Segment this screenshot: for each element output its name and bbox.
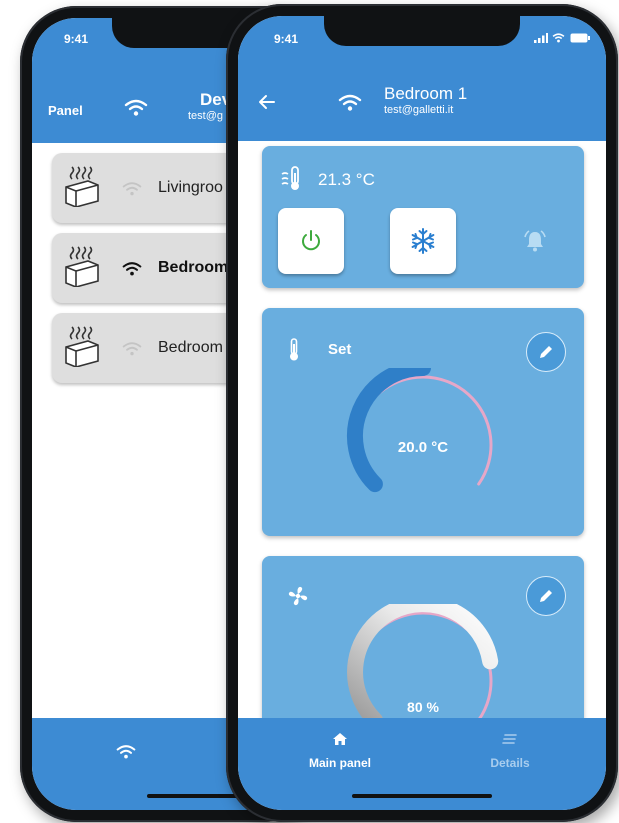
setpoint-card: Set 20.0 °C xyxy=(262,308,584,536)
device-label: Bedroom xyxy=(158,339,223,356)
device-label: Bedroom xyxy=(158,259,229,276)
wifi-icon xyxy=(338,94,362,111)
status-time: 9:41 xyxy=(64,32,89,46)
bell-icon xyxy=(524,230,546,252)
tab-main-panel[interactable]: Main panel xyxy=(290,728,390,776)
heater-icon xyxy=(65,326,99,367)
wifi-icon[interactable] xyxy=(116,744,136,760)
setpoint-gauge[interactable]: 20.0 °C xyxy=(333,368,513,508)
tab-label: Details xyxy=(490,756,530,770)
edit-setpoint-button[interactable] xyxy=(526,332,566,372)
device-label: Livingroo xyxy=(158,179,223,196)
home-icon xyxy=(333,733,347,745)
current-temperature: 21.3 °C xyxy=(318,170,375,189)
pencil-icon xyxy=(540,346,552,358)
wifi-icon xyxy=(122,182,142,196)
edit-fan-button[interactable] xyxy=(526,576,566,616)
status-card: 21.3 °C xyxy=(262,146,584,288)
bottom-nav: Main panel Details xyxy=(238,718,606,810)
wifi-icon xyxy=(122,262,142,276)
wifi-icon xyxy=(122,342,142,356)
status-time: 9:41 xyxy=(274,32,299,46)
wifi-icon xyxy=(124,99,148,116)
battery-icon xyxy=(570,33,590,43)
power-button[interactable] xyxy=(278,208,344,274)
set-label: Set xyxy=(328,341,352,358)
page-title: Bedroom 1 xyxy=(384,84,468,103)
panel-link[interactable]: Panel xyxy=(48,103,83,118)
fan-icon xyxy=(288,586,308,606)
snowflake-icon xyxy=(411,228,435,254)
notch xyxy=(324,16,520,46)
thermometer-icon xyxy=(290,338,298,361)
heater-icon xyxy=(65,166,99,207)
back-arrow-icon[interactable] xyxy=(258,94,276,110)
tab-details[interactable]: Details xyxy=(460,728,560,776)
heater-icon xyxy=(65,246,99,287)
home-indicator xyxy=(352,794,492,798)
setpoint-value: 20.0 °C xyxy=(398,439,448,456)
pencil-icon xyxy=(540,590,552,602)
wifi-icon xyxy=(552,33,565,43)
account-email: test@galletti.it xyxy=(384,104,454,116)
fan-speed-value: 80 % xyxy=(407,699,439,715)
front-phone: 9:41 Bedroom 1 test@galletti.it 21.3 °C … xyxy=(226,4,618,822)
cellular-signal-icon xyxy=(534,33,548,43)
heater-temp-icon xyxy=(281,166,299,190)
cooling-mode-button[interactable] xyxy=(390,208,456,274)
power-icon xyxy=(302,230,320,251)
front-phone-screen: 9:41 Bedroom 1 test@galletti.it 21.3 °C … xyxy=(238,16,606,810)
setpoint-gauge-fill xyxy=(346,368,431,493)
tab-label: Main panel xyxy=(308,756,371,770)
account-email: test@g xyxy=(188,110,224,122)
details-icon xyxy=(502,734,517,744)
